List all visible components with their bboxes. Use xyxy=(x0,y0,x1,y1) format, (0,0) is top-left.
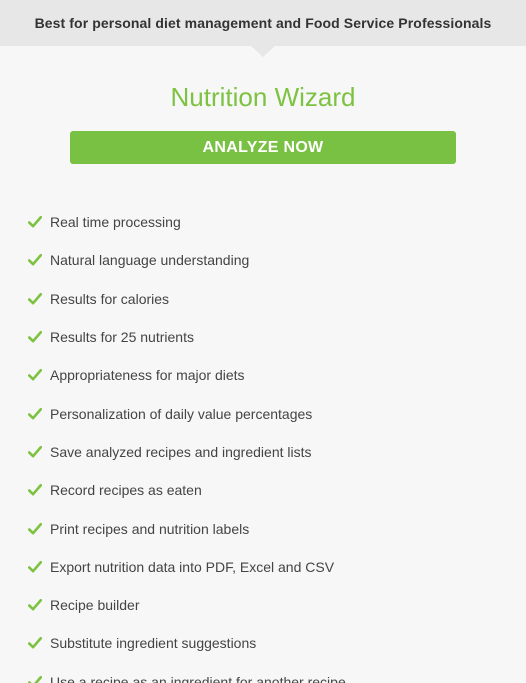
feature-item: Record recipes as eaten xyxy=(28,471,346,509)
feature-item: Results for calories xyxy=(28,280,346,318)
feature-item: Real time processing xyxy=(28,203,346,241)
checkmark-icon xyxy=(28,445,42,458)
feature-label: Export nutrition data into PDF, Excel an… xyxy=(50,558,335,575)
checkmark-icon xyxy=(28,330,42,343)
pricing-card: Best for personal diet management and Fo… xyxy=(0,0,526,683)
checkmark-icon xyxy=(28,484,42,496)
banner-text: Best for personal diet management and Fo… xyxy=(34,15,492,31)
checkmark-icon xyxy=(28,216,42,228)
banner-pointer xyxy=(251,46,275,57)
checkmark-icon xyxy=(28,675,42,683)
checkmark-icon xyxy=(28,254,42,266)
feature-item: Natural language understanding xyxy=(28,241,346,279)
feature-item: Personalization of daily value percentag… xyxy=(28,394,346,432)
feature-label: Recipe builder xyxy=(50,597,140,614)
feature-label: Save analyzed recipes and ingredient lis… xyxy=(50,443,312,460)
checkmark-icon xyxy=(28,369,42,381)
feature-item: Export nutrition data into PDF, Excel an… xyxy=(28,548,346,586)
feature-label: Record recipes as eaten xyxy=(50,482,202,499)
feature-item: Appropriateness for major diets xyxy=(28,356,346,394)
checkmark-icon xyxy=(28,637,42,649)
feature-item: Use a recipe as an ingredient for anothe… xyxy=(28,663,346,683)
feature-label: Personalization of daily value percentag… xyxy=(50,405,313,422)
feature-label: Use a recipe as an ingredient for anothe… xyxy=(50,673,346,683)
feature-label: Substitute ingredient suggestions xyxy=(50,635,257,652)
checkmark-icon xyxy=(28,522,42,535)
feature-item: Recipe builder xyxy=(28,586,346,624)
feature-label: Appropriateness for major diets xyxy=(50,367,245,384)
checkmark-icon xyxy=(28,599,42,611)
feature-item: Results for 25 nutrients xyxy=(28,318,346,356)
feature-item: Substitute ingredient suggestions xyxy=(28,624,346,662)
plan-banner: Best for personal diet management and Fo… xyxy=(0,0,526,57)
feature-item: Save analyzed recipes and ingredient lis… xyxy=(28,433,346,471)
checkmark-icon xyxy=(28,560,42,573)
feature-label: Results for calories xyxy=(50,290,170,307)
checkmark-icon xyxy=(28,292,42,305)
analyze-now-button[interactable]: ANALYZE NOW xyxy=(70,131,456,164)
feature-label: Print recipes and nutrition labels xyxy=(50,520,250,537)
feature-label: Results for 25 nutrients xyxy=(50,329,194,346)
feature-label: Real time processing xyxy=(50,214,181,231)
feature-item: Print recipes and nutrition labels xyxy=(28,509,346,547)
feature-label: Natural language understanding xyxy=(50,252,250,269)
feature-list: Real time processing Natural language un… xyxy=(28,203,346,683)
checkmark-icon xyxy=(28,407,42,420)
